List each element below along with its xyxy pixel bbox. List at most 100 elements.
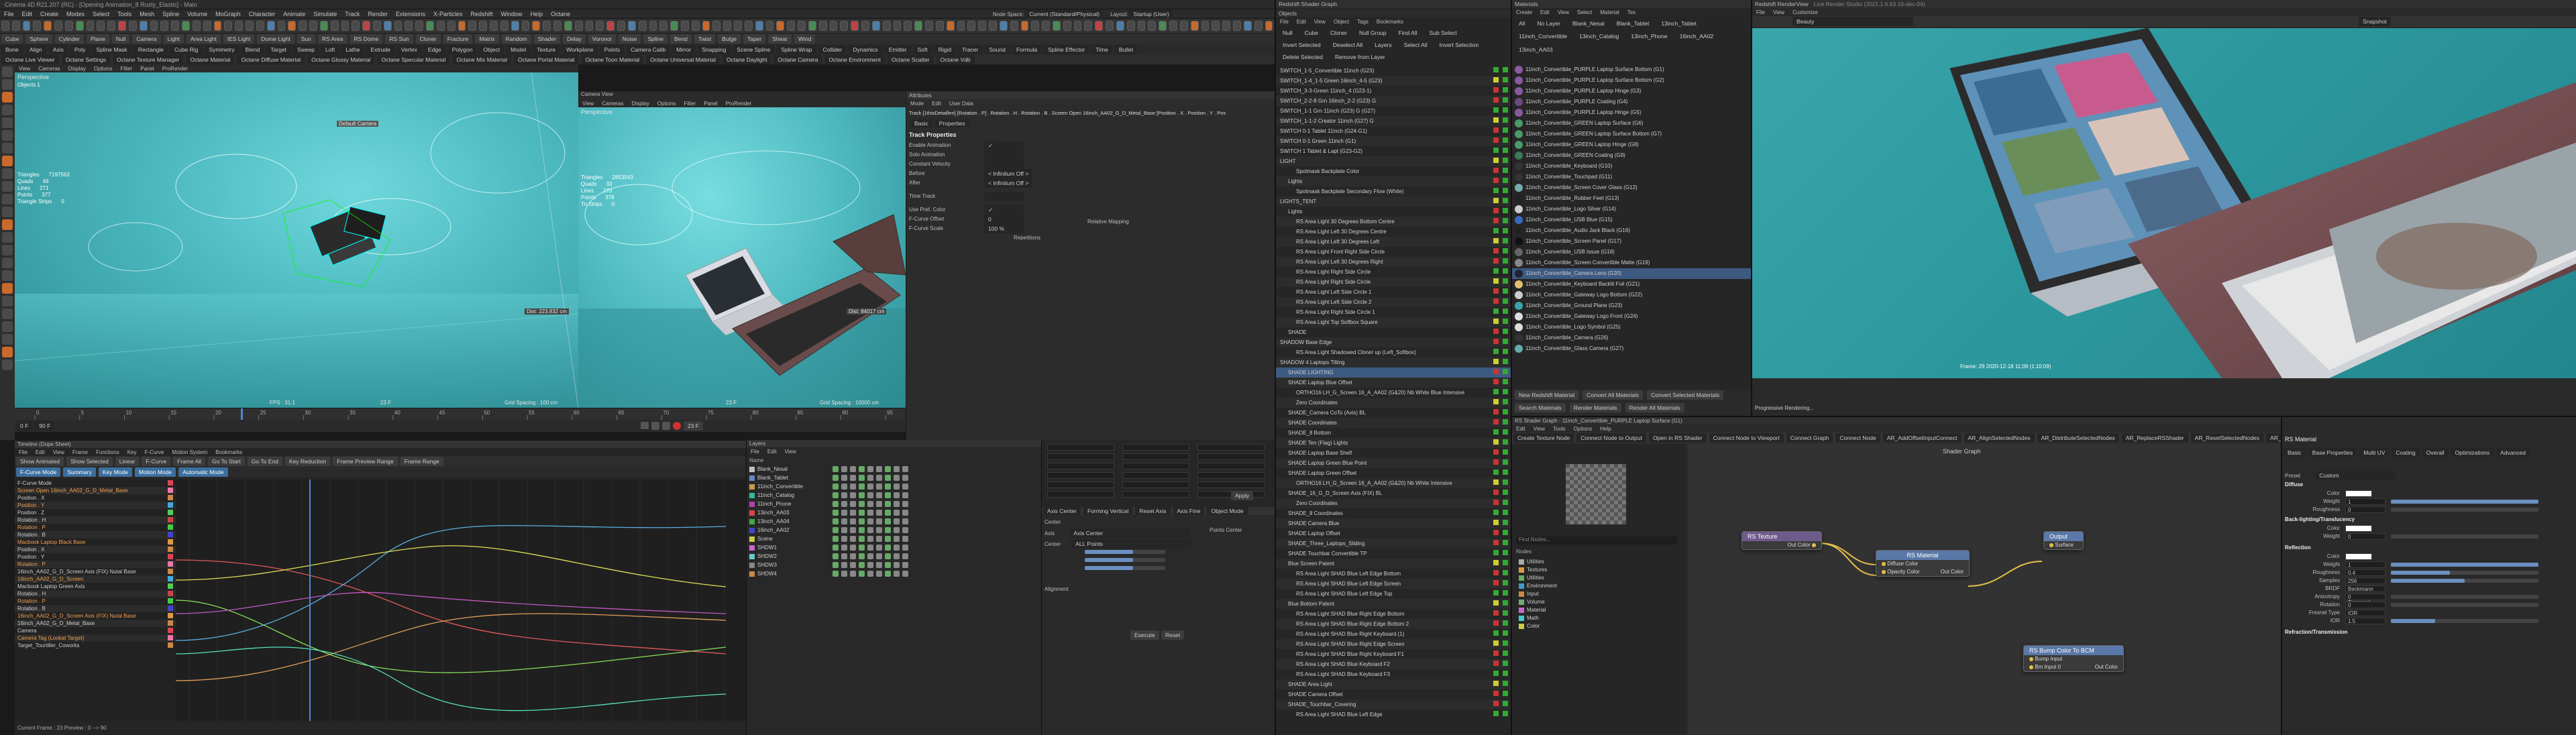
timeline-track[interactable]: F-Curve Mode — [15, 479, 176, 487]
object-visibility-icon[interactable] — [1503, 691, 1508, 696]
material-row[interactable]: 11inch_Convertible_GREEN Laptop Hinge (G… — [1512, 139, 1751, 150]
tool-button[interactable]: Target — [266, 45, 291, 54]
left-tool-icon[interactable] — [2, 130, 13, 141]
object-row[interactable]: RS Area Light Front Right Side Circle — [1276, 247, 1511, 257]
timeline-menu-item-4[interactable]: Functions — [92, 449, 123, 455]
toolbar-icon[interactable] — [86, 21, 95, 31]
shader-graph-menu-item-0[interactable]: Edit — [1512, 426, 1529, 432]
timeline-tool-button[interactable]: Frame Range — [400, 457, 443, 466]
timeline-tool-button[interactable]: Frame Preview Range — [333, 457, 398, 466]
rs-material-tab[interactable]: Overall — [2422, 448, 2449, 457]
object-visibility-icon[interactable] — [1503, 319, 1508, 324]
layer-toggle-icon[interactable] — [850, 536, 856, 543]
timeline-tool-button[interactable]: Frame All — [173, 457, 206, 466]
material-field-value[interactable] — [2345, 525, 2372, 532]
object-visibility-icon[interactable] — [1503, 661, 1508, 666]
layer-toggle-icon[interactable] — [876, 510, 882, 516]
timeline-track[interactable]: Rotation . P — [15, 561, 176, 568]
layer-toggle-icon[interactable] — [894, 536, 900, 543]
layer-row[interactable]: Blank_Tablet — [747, 474, 1041, 483]
material-field-value[interactable]: 0 — [2345, 593, 2385, 600]
tool-button[interactable]: Bullet — [1114, 45, 1138, 54]
coordinate-field[interactable] — [1122, 472, 1189, 479]
toolbar-icon[interactable] — [585, 21, 594, 31]
tool-button[interactable]: Vertex — [396, 45, 421, 54]
layer-toggle-icon[interactable] — [902, 527, 908, 534]
materials-tab[interactable]: Blank_Tablet — [1612, 19, 1654, 28]
port-dot[interactable] — [1812, 543, 1816, 547]
toolbar-icon[interactable] — [893, 21, 902, 31]
menu-item-17[interactable]: Redshift — [467, 11, 497, 17]
shader-graph-tool-button[interactable]: AR_ReplaceRSShader — [2121, 433, 2188, 443]
toolbar-icon[interactable] — [829, 21, 838, 31]
material-field-slider[interactable] — [2391, 508, 2538, 512]
object-visibility-icon[interactable] — [1503, 701, 1508, 706]
layer-toggle-icon[interactable] — [894, 510, 900, 516]
toolbar-icon[interactable] — [904, 21, 912, 31]
timeline-menu-item-8[interactable]: Bookmarks — [211, 449, 246, 455]
timeline-menu-item-6[interactable]: F-Curve — [141, 449, 168, 455]
layer-row[interactable]: Blank_Nesal — [747, 465, 1041, 474]
object-tool-button[interactable]: Sphere — [25, 34, 52, 44]
material-row[interactable]: 11inch_Convertible_Screen Panel (G17) — [1512, 236, 1751, 247]
layer-toggle-icon[interactable] — [902, 518, 908, 525]
timeline-tool-button[interactable]: Go To Start — [208, 457, 245, 466]
objects-tool-button[interactable]: Deselect All — [1328, 40, 1367, 50]
node-category[interactable]: Environment — [1516, 582, 1677, 590]
toolbar-icon[interactable] — [160, 21, 169, 31]
toolbar-icon[interactable] — [1148, 21, 1157, 31]
fcurve[interactable] — [175, 600, 727, 673]
object-row[interactable]: SHADE Area Light — [1276, 679, 1511, 689]
shader-graph-tool-button[interactable]: Connect Graph — [1786, 433, 1833, 443]
menu-item-20[interactable]: Octane — [547, 11, 574, 17]
material-row[interactable]: 11inch_Convertible_GREEN Coating (G9) — [1512, 150, 1751, 161]
object-row[interactable]: RS Area Light Left Side Circle 2 — [1276, 297, 1511, 307]
object-row[interactable]: RS Area Light Left Side Circle 1 — [1276, 287, 1511, 297]
object-visibility-icon[interactable] — [1503, 610, 1508, 616]
shader-graph-tool-button[interactable]: AR_ResetSelectedNodes — [2190, 433, 2264, 443]
port-dot[interactable] — [2029, 665, 2033, 669]
timeline-track[interactable]: 16inch_AA02_G_D_Screen — [15, 575, 176, 583]
object-visibility-icon[interactable] — [1503, 379, 1508, 384]
axis-select[interactable]: Axis Center — [1069, 528, 1191, 538]
layer-toggle-icon[interactable] — [859, 475, 865, 482]
object-visibility-icon[interactable] — [1503, 449, 1508, 455]
toolbar-icon[interactable] — [1159, 21, 1167, 31]
toolbar-icon[interactable] — [798, 21, 806, 31]
toolbar-icon[interactable] — [436, 21, 445, 31]
layer-toggle-icon[interactable] — [841, 466, 847, 473]
objects-menu-item-0[interactable]: File — [1276, 19, 1293, 25]
viewport-menu-item-5[interactable]: Panel — [136, 66, 158, 72]
toolbar-icon[interactable] — [925, 21, 933, 31]
material-row[interactable]: 11inch_Convertible_PURPLE Laptop Hinge (… — [1512, 107, 1751, 118]
material-row[interactable]: 11inch_Convertible_Logo Silver (G14) — [1512, 204, 1751, 215]
toolbar-icon[interactable] — [606, 21, 615, 31]
object-tool-button[interactable]: RS Sun — [385, 34, 413, 44]
layer-toggle-icon[interactable] — [859, 518, 865, 525]
object-tool-button[interactable]: Null — [111, 34, 130, 44]
layer-toggle-icon[interactable] — [902, 571, 908, 577]
object-tool-button[interactable]: Cylinder — [54, 34, 84, 44]
octane-tool-button[interactable]: Octane Mix Material — [452, 55, 511, 64]
timeline-track[interactable]: Target_Tourtiller_Coworks — [15, 642, 176, 649]
object-row[interactable]: RS Area Light SHAD Blue Right Keyboard (… — [1276, 629, 1511, 639]
materials-tab[interactable]: 11inch_Convertible — [1515, 32, 1572, 42]
octane-tool-button[interactable]: Octane Scatter — [887, 55, 934, 64]
layer-toggle-icon[interactable] — [859, 484, 865, 490]
viewport-menu-item-3[interactable]: Options — [653, 101, 680, 107]
object-tool-button[interactable]: Dome Light — [257, 34, 294, 44]
object-row[interactable]: RS Area Light Left 30 Degrees Right — [1276, 257, 1511, 267]
material-row[interactable]: 11inch_Convertible_Gateway Logo Front (G… — [1512, 311, 1751, 322]
toolbar-icon[interactable] — [394, 21, 402, 31]
layer-row[interactable]: SHDW1 — [747, 544, 1041, 553]
octane-tool-button[interactable]: Octane Camera — [773, 55, 822, 64]
object-visibility-icon[interactable] — [1503, 228, 1508, 233]
object-row[interactable]: RS Area Light Right Side Circle — [1276, 267, 1511, 277]
objects-tool-button[interactable]: Layers — [1371, 40, 1396, 50]
material-row[interactable]: 11inch_Convertible_Touchpad (G11) — [1512, 172, 1751, 182]
object-row[interactable]: RS Area Light Right Side Circle — [1276, 277, 1511, 287]
layer-toggle-icon[interactable] — [833, 501, 839, 508]
layer-toggle-icon[interactable] — [902, 484, 908, 490]
timeline-menu-item-7[interactable]: Motion System — [168, 449, 211, 455]
timeline-tool-button[interactable]: F-Curve — [142, 457, 171, 466]
